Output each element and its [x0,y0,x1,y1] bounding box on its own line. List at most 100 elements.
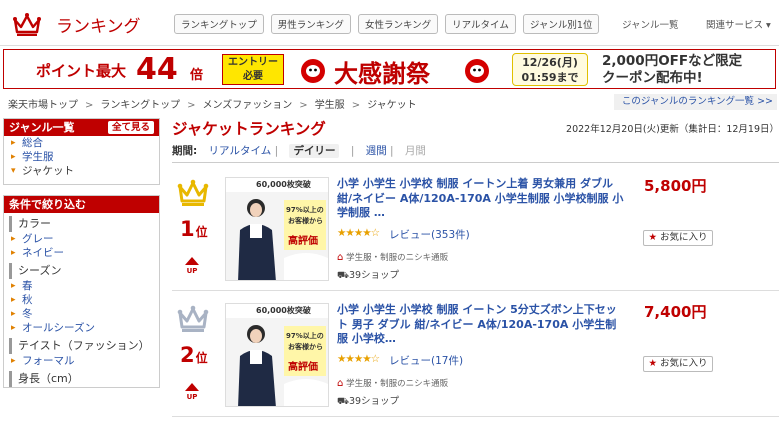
promo-banner[interactable]: ポイント最大 44 倍 エントリー 必要 大感謝祭 12/26(月) 01:59… [3,49,776,89]
page-title: ジャケットランキング [172,120,326,138]
nav-male-ranking[interactable]: 男性ランキング [270,14,351,34]
genre-item-label: ジャケット [22,165,74,177]
rank-suffix: 位 [195,351,208,365]
filter-item[interactable]: オールシーズン [4,321,159,335]
breadcrumb-separator: > [351,100,361,111]
filter-item[interactable]: フォーマル [4,354,159,368]
rank-value: 2 [180,343,195,367]
genre-heading: ジャンル一覧 全て見る [4,119,159,136]
rank-number: 2位 [180,343,208,367]
shop-count[interactable]: 39ショップ [349,396,399,407]
genre-ranking-list-link[interactable]: このジャンルのランキング一覧 >> [614,94,777,110]
genre-list-link[interactable]: ジャンル一覧 [622,17,679,31]
daruma-icon [300,56,326,88]
genre-item-gakuseifuku[interactable]: 学生服 [4,150,159,164]
nav-genre-first[interactable]: ジャンル別1位 [522,14,600,34]
shop-home-icon: ⌂ [337,378,344,389]
breadcrumb-item[interactable]: メンズファッション [202,100,292,111]
nav-realtime[interactable]: リアルタイム [445,14,516,34]
price: 7,400円 [644,303,707,321]
site-title[interactable]: ランキング [56,12,141,37]
product-title[interactable]: 小学 小学生 小学校 制服 イートン上着 男女兼用 ダブル紺/ネイビー A体/1… [337,177,627,221]
shop-line: ⌂ 学生服・制服のニシキ通販 [337,251,448,263]
thumb-badge-pct: 97%以上の [286,206,324,214]
genre-item-sougou[interactable]: 総合 [4,136,159,150]
ranking-item: 1位 UP 60,000枚突破 97%以上の お客様から 高評価 小学 小学生 小学校 制服… [172,167,779,291]
filter-item[interactable]: 秋 [4,293,159,307]
filter-group-title: テイスト（ファッション） [9,338,159,354]
review-link[interactable]: レビュー(353件) [389,227,470,242]
up-label: UP [186,393,198,401]
filter-item[interactable]: グレー [4,232,159,246]
breadcrumb-current: ジャケット [367,100,417,111]
thumb-badge-high: 高評価 [288,362,318,373]
star-icon: ★ [648,358,657,369]
thumb-badge-mid: お客様から [288,343,323,351]
breadcrumb-separator: > [187,100,196,111]
nav-female-ranking[interactable]: 女性ランキング [357,14,439,34]
breadcrumb: 楽天市場トップ > ランキングトップ > メンズファッション > 学生服 > ジャケット [8,96,417,111]
up-arrow-icon [185,383,199,391]
banner-entry-line1: エントリー [228,57,278,68]
rating-stars: ★★★★☆ [337,227,380,239]
breadcrumb-item[interactable]: 学生服 [315,100,345,111]
shop-count[interactable]: 39ショップ [349,270,399,281]
favorite-button[interactable]: ★ お気に入り [643,230,713,246]
product-thumbnail[interactable]: 60,000枚突破 97%以上の お客様から 高評価 [225,303,329,407]
period-separator: | [350,145,355,157]
truck-icon: ⛟ [337,270,349,281]
banner-date-badge: 12/26(月) 01:59まで [512,53,588,86]
banner-point-text: ポイント最大 [36,62,127,80]
shop-count-line: ⛟39ショップ [337,267,399,282]
crown-logo-icon[interactable] [12,12,42,40]
shop-name[interactable]: 学生服・制服のニシキ通販 [346,379,448,389]
up-arrow-icon [185,257,199,265]
shop-name[interactable]: 学生服・制服のニシキ通販 [346,253,448,263]
daruma-icon [464,56,490,88]
review-link[interactable]: レビュー(17件) [389,353,463,368]
favorite-label: お気に入り [660,358,708,369]
shop-home-icon: ⌂ [337,252,344,263]
tab-realtime[interactable]: リアルタイム [209,145,272,157]
nav-buttons: ランキングトップ 男性ランキング 女性ランキング リアルタイム ジャンル別1位 [174,14,600,34]
banner-entry-line2: 必要 [243,71,263,82]
banner-date-line1: 12/26(月) [522,56,578,69]
thumb-badge-top: 60,000枚突破 [256,306,311,315]
genre-item-jacket: ジャケット [4,164,159,178]
filter-heading: 条件で絞り込む [4,196,159,213]
breadcrumb-separator: > [85,100,94,111]
period-separator: | [390,145,394,157]
favorite-button[interactable]: ★ お気に入り [643,356,713,372]
rank-up-indicator: UP [185,257,199,275]
breadcrumb-item[interactable]: ランキングトップ [100,100,180,111]
product-thumbnail[interactable]: 60,000枚突破 97%以上の お客様から 高評価 [225,177,329,281]
genre-heading-text: ジャンル一覧 [9,121,75,134]
filter-group-title: シーズン [9,263,159,279]
nav-ranking-top[interactable]: ランキングトップ [174,14,264,34]
related-services-link[interactable]: 関連サービス ▾ [706,17,771,31]
banner-promo-line2: クーポン配布中! [602,70,703,86]
breadcrumb-item[interactable]: 楽天市場トップ [8,100,78,111]
sidebar: ジャンル一覧 全て見る 総合 学生服 ジャケット 条件で絞り込む カラー グレー… [3,118,160,388]
filter-item[interactable]: ネイビー [4,246,159,260]
filter-item[interactable]: 冬 [4,307,159,321]
rank-number: 1位 [180,217,208,241]
all-view-button[interactable]: 全て見る [107,121,154,134]
filter-item[interactable]: 春 [4,279,159,293]
rating-stars: ★★★★☆ [337,353,380,365]
filter-item-label: オールシーズン [22,322,95,334]
crown-icon [177,178,209,210]
tab-daily[interactable]: デイリー [289,144,340,158]
thumb-badge-high: 高評価 [288,236,318,247]
tab-weekly[interactable]: 週間 [366,145,387,157]
period-separator: | [274,145,279,157]
crown-icon [177,304,209,336]
rank-suffix: 位 [195,225,208,239]
star-icon: ★ [648,232,657,243]
genre-box: ジャンル一覧 全て見る 総合 学生服 ジャケット [3,118,160,185]
banner-multiplier: 44 [136,52,178,87]
filter-group-title: カラー [9,216,159,232]
price: 5,800円 [644,177,707,195]
product-title[interactable]: 小学 小学生 小学校 制服 イートン 5分丈ズボン上下セット 男子 ダブル 紺/… [337,303,627,347]
breadcrumb-separator: > [299,100,308,111]
